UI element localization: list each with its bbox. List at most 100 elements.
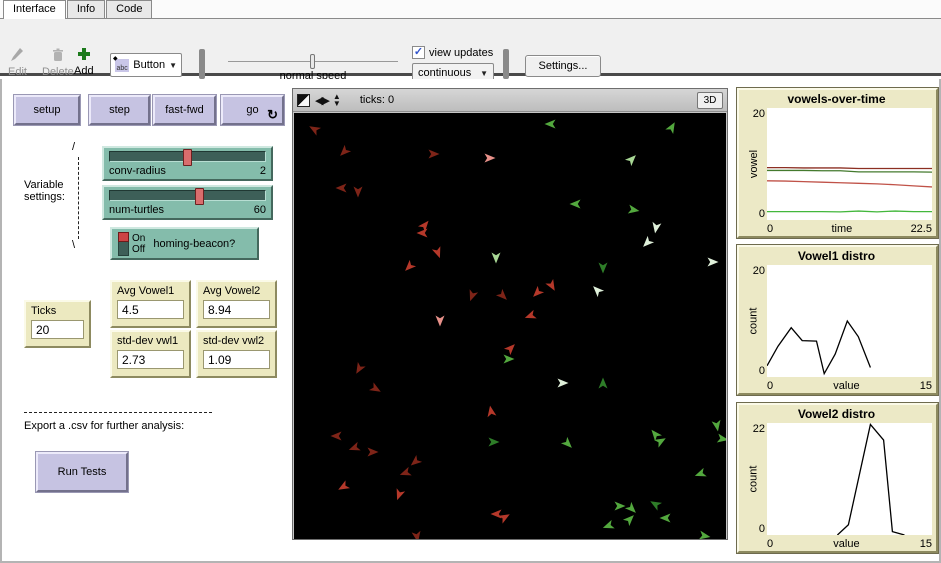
3d-button[interactable]: 3D	[697, 92, 723, 109]
turtle	[307, 122, 321, 135]
plot-title: Vowel2 distro	[741, 407, 932, 423]
view-updates-checkbox[interactable]: ✓	[412, 46, 425, 59]
pencil-icon	[9, 47, 25, 63]
y-tick-max: 22	[753, 423, 765, 435]
y-axis: 22 count 0	[741, 423, 767, 535]
export-note: Export a .csv for further analysis:	[24, 420, 184, 432]
tab-info[interactable]: Info	[67, 0, 105, 18]
turtle	[432, 246, 444, 259]
delete-button[interactable]: Delete	[42, 47, 74, 78]
x-tick-min: 0	[767, 538, 773, 550]
world-view: ◀▶ ▲▼ ticks: 0 3D	[292, 88, 728, 540]
num-turtles-track[interactable]	[109, 190, 266, 201]
world-canvas[interactable]	[294, 113, 726, 539]
conv-radius-track[interactable]	[109, 151, 266, 162]
line-chart	[767, 423, 932, 535]
std-dev-vwl1-monitor: std-dev vwl1 2.73	[110, 330, 191, 378]
add-button[interactable]: Add	[74, 46, 94, 77]
std-dev-vwl1-label: std-dev vwl1	[117, 335, 184, 347]
x-tick-max: 15	[920, 538, 932, 550]
avg-vowel1-value: 4.5	[117, 300, 184, 319]
turtle	[558, 379, 569, 388]
turtle	[625, 152, 639, 166]
turtle	[496, 289, 510, 303]
tab-strip: Interface Info Code	[0, 0, 941, 19]
conv-radius-knob[interactable]	[183, 149, 192, 166]
turtle	[331, 432, 342, 441]
turtle	[665, 120, 678, 134]
x-tick-min: 0	[767, 380, 773, 392]
dashed-separator	[24, 412, 212, 413]
tab-code[interactable]: Code	[106, 0, 152, 18]
turtle	[530, 286, 544, 300]
num-turtles-slider[interactable]: num-turtles 60	[102, 185, 273, 220]
switch-on-label: On	[132, 233, 145, 244]
switch-off-label: Off	[132, 244, 145, 255]
std-dev-vwl1-value: 2.73	[117, 350, 184, 369]
turtle	[648, 427, 662, 441]
turtle	[466, 289, 478, 302]
vowels-over-time-plot: vowels-over-time 20 vowel 0 0 time 22.5	[737, 88, 938, 238]
y-tick-min: 0	[759, 208, 765, 220]
vowel1-distro-plot: Vowel1 distro 20 count 0 0 value 15	[737, 245, 938, 395]
turtle	[504, 341, 518, 355]
toolbar: Edit Delete Add abc Button ▼ normal spee…	[0, 19, 941, 76]
speed-slider-knob[interactable]	[310, 54, 315, 69]
y-tick-min: 0	[759, 523, 765, 535]
turtle	[336, 480, 350, 493]
conv-radius-slider[interactable]: conv-radius 2	[102, 146, 273, 181]
tab-interface[interactable]: Interface	[3, 0, 66, 19]
x-axis: 0 value 15	[767, 377, 932, 392]
widget-type-value: Button	[133, 59, 165, 71]
turtle	[648, 497, 662, 510]
avg-vowel2-label: Avg Vowel2	[203, 285, 270, 297]
run-tests-button[interactable]: Run Tests	[36, 452, 128, 492]
toolbar-separator	[503, 49, 509, 79]
std-dev-vwl2-monitor: std-dev vwl2 1.09	[196, 330, 277, 378]
fast-fwd-button[interactable]: fast-fwd	[153, 95, 216, 125]
conv-radius-value: 2	[260, 165, 266, 177]
plot-area	[767, 108, 932, 220]
setup-button[interactable]: setup	[14, 95, 80, 125]
bracket-dashed-line	[78, 157, 79, 239]
forever-loop-icon: ↻	[267, 109, 278, 120]
edit-button[interactable]: Edit	[8, 47, 27, 78]
bracket-backslash: \	[72, 239, 75, 251]
turtle	[590, 283, 604, 297]
avg-vowel1-label: Avg Vowel1	[117, 285, 184, 297]
widget-type-dropdown[interactable]: abc Button ▼	[110, 53, 182, 77]
fast-fwd-label: fast-fwd	[165, 104, 204, 116]
turtle	[408, 455, 422, 469]
bracket-slash: /	[72, 141, 75, 153]
std-dev-vwl2-label: std-dev vwl2	[203, 335, 270, 347]
view-updates-group: ✓ view updates continuous ▼	[412, 46, 494, 83]
go-button[interactable]: go ↻	[221, 95, 284, 125]
x-axis-label: time	[831, 223, 852, 235]
trash-icon	[50, 47, 66, 63]
settings-button[interactable]: Settings...	[525, 55, 601, 77]
turtle	[504, 355, 515, 364]
speed-slider-track[interactable]	[228, 61, 398, 62]
turtle	[708, 258, 719, 267]
switch-toggle[interactable]	[118, 232, 129, 256]
step-label: step	[109, 104, 130, 116]
y-axis-label: count	[747, 308, 759, 335]
plot-area	[767, 265, 932, 377]
plot-title: Vowel1 distro	[741, 249, 932, 265]
x-axis: 0 time 22.5	[767, 220, 932, 235]
ticks-monitor-value: 20	[31, 320, 84, 339]
button-widget-icon: abc	[115, 59, 129, 72]
homing-beacon-switch[interactable]: On Off homing-beacon?	[110, 227, 259, 260]
line-chart	[767, 108, 932, 220]
step-button[interactable]: step	[89, 95, 150, 125]
num-turtles-knob[interactable]	[195, 188, 204, 205]
chevron-down-icon: ▼	[480, 69, 488, 78]
y-axis-label: count	[747, 466, 759, 493]
turtle	[561, 437, 575, 451]
x-tick-min: 0	[767, 223, 773, 235]
turtle	[393, 488, 405, 501]
num-turtles-label: num-turtles	[109, 204, 164, 216]
turtle	[640, 236, 654, 250]
turtle	[628, 205, 640, 216]
horizontal-arrows-icon: ◀▶	[315, 94, 328, 107]
